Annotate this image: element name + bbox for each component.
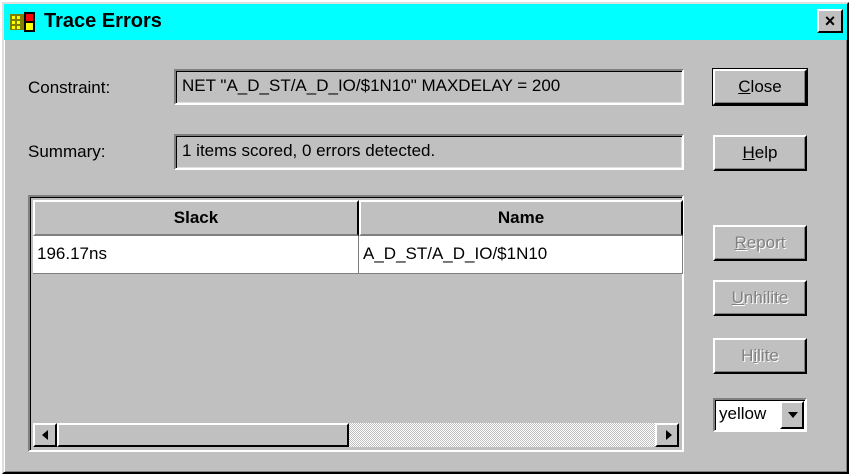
- summary-field[interactable]: 1 items scored, 0 errors detected.: [174, 134, 684, 170]
- arrow-left-icon: [42, 430, 48, 440]
- close-button[interactable]: Close: [712, 68, 808, 106]
- hilite-button[interactable]: Hilite: [713, 338, 807, 374]
- hilite-color-value: yellow: [719, 404, 767, 423]
- scroll-right-button[interactable]: [655, 423, 679, 447]
- hilite-color-select[interactable]: yellow: [713, 398, 807, 432]
- horizontal-scrollbar[interactable]: [33, 423, 679, 447]
- help-button[interactable]: Help: [713, 135, 807, 171]
- constraint-label: Constraint:: [28, 78, 111, 97]
- close-icon: ×: [824, 11, 836, 31]
- summary-label: Summary:: [28, 142, 106, 161]
- color-dropdown-button[interactable]: [780, 401, 804, 429]
- scrollbar-thumb[interactable]: [57, 423, 349, 447]
- title-bar[interactable]: Trace Errors ×: [4, 4, 847, 40]
- scroll-left-button[interactable]: [33, 423, 57, 447]
- close-window-button[interactable]: ×: [817, 9, 843, 33]
- unhilite-button[interactable]: Unhilite: [713, 280, 807, 316]
- column-header-slack[interactable]: Slack: [33, 200, 359, 236]
- column-header-name[interactable]: Name: [359, 200, 683, 236]
- table-cell-slack[interactable]: 196.17ns: [33, 236, 359, 274]
- trace-results-table[interactable]: Slack Name 196.17ns A_D_ST/A_D_IO/$1N10: [28, 195, 684, 452]
- arrow-right-icon: [666, 430, 672, 440]
- table-cell-name[interactable]: A_D_ST/A_D_IO/$1N10: [359, 236, 683, 274]
- report-button[interactable]: Report: [713, 225, 807, 261]
- scrollbar-track[interactable]: [349, 423, 655, 447]
- constraint-field[interactable]: NET "A_D_ST/A_D_IO/$1N10" MAXDELAY = 200: [174, 69, 684, 105]
- trace-errors-app-icon: [10, 12, 35, 32]
- chevron-down-icon: [788, 412, 798, 418]
- window-title: Trace Errors: [44, 10, 162, 32]
